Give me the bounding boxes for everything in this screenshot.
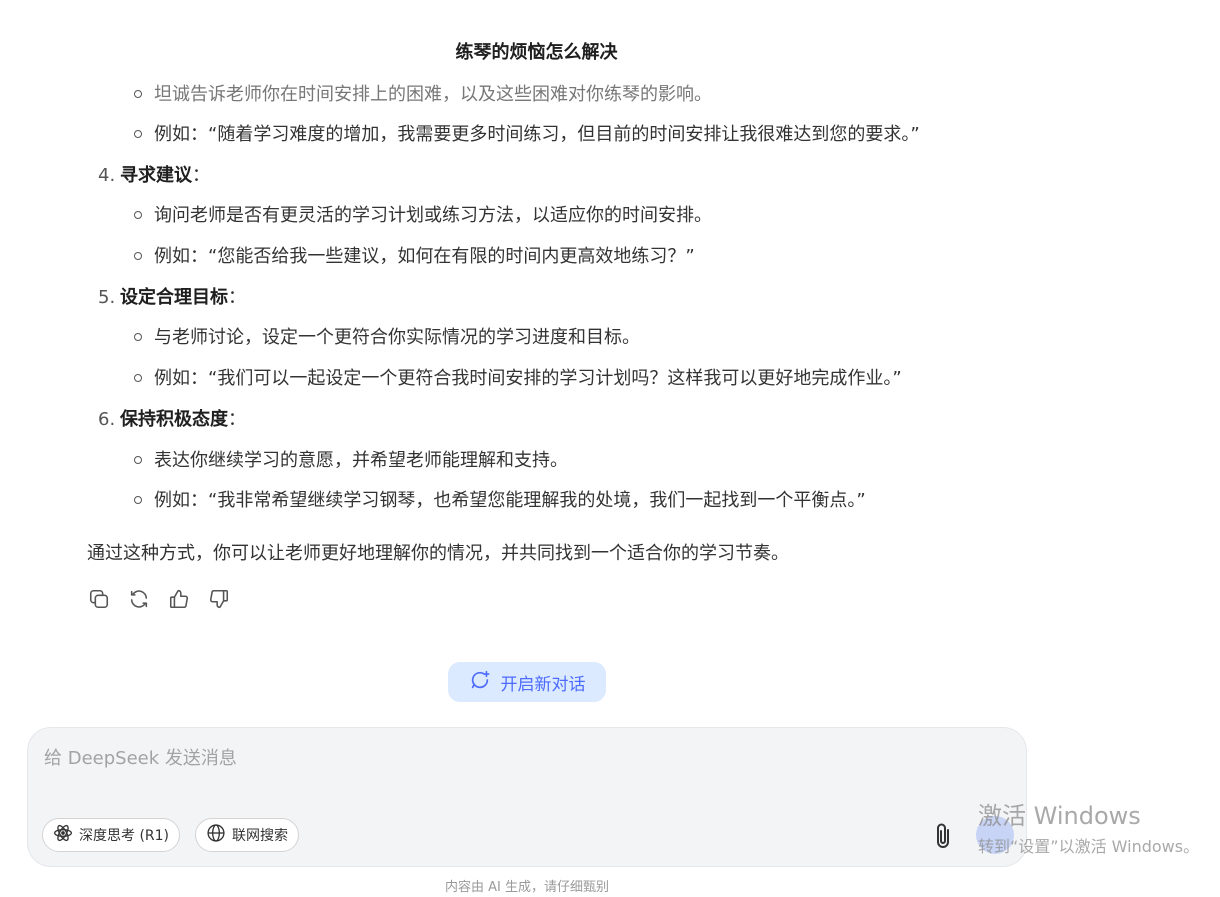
list-item-text: 询问老师是否有更灵活的学习计划或练习方法，以适应你的时间安排。 [154,205,712,226]
web-search-label: 联网搜索 [232,828,288,844]
message-input[interactable] [44,744,1004,804]
numbered-heading: 6. 保持积极态度： [98,408,246,432]
bullet-icon [134,252,142,260]
bullet-icon [134,130,142,138]
list-item-text: 例如：“您能否给我一些建议，如何在有限的时间内更高效地练习？” [154,246,695,267]
list-item: 与老师讨论，设定一个更符合你实际情况的学习进度和目标。 [134,326,640,350]
bullet-icon [134,211,142,219]
list-number: 6. [98,409,116,430]
new-chat-label: 开启新对话 [500,674,586,695]
send-button[interactable] [976,816,1014,854]
thumbs-up-icon[interactable] [167,587,191,611]
bullet-icon [134,333,142,341]
heading-text: 保持积极态度 [120,409,228,430]
message-actions [87,587,231,611]
list-number: 4. [98,165,116,186]
bullet-icon [134,90,142,98]
list-item-text: 例如：“随着学习难度的增加，我需要更多时间练习，但目前的时间安排让我很难达到您的… [154,124,920,145]
copy-icon[interactable] [87,587,111,611]
deep-think-toggle[interactable]: 深度思考 (R1) [42,818,181,852]
heading-text: 寻求建议 [120,165,192,186]
list-item: 例如：“您能否给我一些建议，如何在有限的时间内更高效地练习？” [134,245,695,269]
list-item-text: 坦诚告诉老师你在时间安排上的困难，以及这些困难对你练琴的影响。 [154,84,712,105]
globe-icon [206,823,226,847]
heading-colon: ： [192,165,210,186]
heading-colon: ： [228,409,246,430]
thumbs-down-icon[interactable] [207,587,231,611]
list-item: 询问老师是否有更灵活的学习计划或练习方法，以适应你的时间安排。 [134,204,712,228]
message-composer: 深度思考 (R1) 联网搜索 [27,727,1027,867]
list-item: 例如：“我非常希望继续学习钢琴，也希望您能理解我的处境，我们一起找到一个平衡点。… [134,489,866,513]
list-item: 例如：“随着学习难度的增加，我需要更多时间练习，但目前的时间安排让我很难达到您的… [134,123,920,147]
list-item-text: 表达你继续学习的意愿，并希望老师能理解和支持。 [154,450,568,471]
list-item: 例如：“我们可以一起设定一个更符合我时间安排的学习计划吗？这样我可以更好地完成作… [134,367,902,391]
list-item-text: 例如：“我非常希望继续学习钢琴，也希望您能理解我的处境，我们一起找到一个平衡点。… [154,490,866,511]
list-item-text: 例如：“我们可以一起设定一个更符合我时间安排的学习计划吗？这样我可以更好地完成作… [154,368,902,389]
web-search-toggle[interactable]: 联网搜索 [195,818,299,852]
paperclip-icon[interactable] [928,820,958,852]
list-item-text: 与老师讨论，设定一个更符合你实际情况的学习进度和目标。 [154,327,640,348]
ai-disclaimer: 内容由 AI 生成，请仔细甄别 [445,880,609,895]
heading-colon: ： [228,287,246,308]
numbered-heading: 4. 寻求建议： [98,164,210,188]
atom-icon [53,823,73,847]
conversation-title: 练琴的烦恼怎么解决 [455,42,618,63]
bullet-icon [134,374,142,382]
numbered-heading: 5. 设定合理目标： [98,286,246,310]
list-item: 坦诚告诉老师你在时间安排上的困难，以及这些困难对你练琴的影响。 [134,83,712,107]
bullet-icon [134,456,142,464]
new-chat-button[interactable]: 开启新对话 [448,662,606,702]
regenerate-icon[interactable] [127,587,151,611]
list-item: 表达你继续学习的意愿，并希望老师能理解和支持。 [134,449,568,473]
deep-think-label: 深度思考 (R1) [79,828,170,844]
list-number: 5. [98,287,116,308]
bullet-icon [134,496,142,504]
heading-text: 设定合理目标 [120,287,228,308]
closing-paragraph: 通过这种方式，你可以让老师更好地理解你的情况，并共同找到一个适合你的学习节奏。 [87,543,789,564]
chat-plus-icon [469,669,491,696]
